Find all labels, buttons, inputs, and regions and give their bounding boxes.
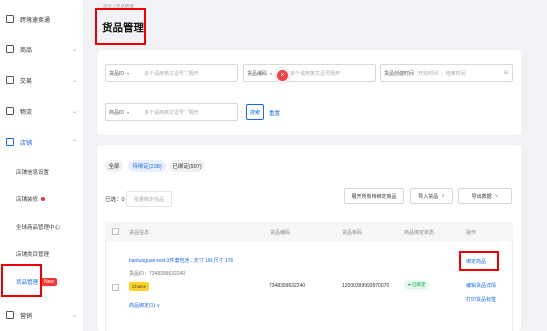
chevron-down-icon: ▾ <box>127 70 130 76</box>
sidebar-item-trades[interactable]: 交易 ⌄ <box>0 73 84 87</box>
sidebar-item-label: 店铺 <box>20 140 33 147</box>
sidebar-subitem-label: 店铺信息设置 <box>16 170 50 176</box>
product-id-filter[interactable]: 货品ID ▾ 多个请用英文逗号“,”隔开 <box>105 64 238 82</box>
sidebar-subitem-global-products[interactable]: 全球商品管理中心 <box>16 221 60 233</box>
item-id-filter[interactable]: 商品ID ▾ 多个请用英文逗号“,”隔开 <box>105 103 238 121</box>
create-time-label: 货品创建时间 <box>384 70 415 77</box>
filter-panel <box>97 50 521 135</box>
select-all-checkbox[interactable] <box>112 228 119 235</box>
batch-bind-button[interactable]: 批量绑定商品 <box>126 191 172 207</box>
goods-name-link[interactable]: bantuoguan-test-3件套包含...天寸 1M,尺寸 176 <box>129 257 261 264</box>
end-date-input[interactable]: 结束时间 <box>446 70 466 77</box>
sidebar-item-label: 物流 <box>20 109 33 116</box>
reset-button[interactable]: 重置 <box>269 109 280 117</box>
home-icon <box>6 15 14 23</box>
sidebar-subitem-category-management[interactable]: 店铺类目管理 <box>16 248 49 260</box>
start-date-input[interactable]: 开始时间 <box>418 70 438 77</box>
highlight-box <box>459 251 499 271</box>
sidebar-item-aliexpress[interactable]: 跨境速卖通 <box>0 12 84 26</box>
highlight-box <box>1 264 42 297</box>
import-goods-button[interactable]: 导入货品 ∨ <box>410 188 453 204</box>
sidebar: 跨境速卖通 商品 ⌄ 交易 ⌄ 物流 ⌄ 店铺 ⌃ 店铺信息设置 店铺装修 全球… <box>0 0 84 331</box>
product-id-input[interactable]: 多个请用英文逗号“,”隔开 <box>144 70 199 77</box>
search-button[interactable]: 搜索 <box>246 104 264 120</box>
store-icon <box>6 138 14 146</box>
chevron-down-icon: ▾ <box>127 109 130 115</box>
column-header-barcode: 货品条码 <box>342 230 363 236</box>
column-header-code: 货品编码 <box>270 230 291 236</box>
chevron-down-icon: ⌄ <box>72 312 78 319</box>
sidebar-item-label: 营销 <box>20 313 33 320</box>
column-header-info: 货品信息 <box>129 230 150 236</box>
chevron-down-icon: ▾ <box>270 70 273 76</box>
tab-bound[interactable]: 已绑定(997) <box>169 160 205 172</box>
item-id-input[interactable]: 多个请用英文逗号“,”隔开 <box>144 109 199 116</box>
chevron-up-icon: ⌃ <box>72 139 78 146</box>
merchant-code-input[interactable]: 多个请用英文逗号隔开 <box>290 70 340 77</box>
column-header-actions: 操作 <box>466 230 477 236</box>
sidebar-subitem-label: 店铺装修 <box>16 197 39 203</box>
sidebar-item-logistics[interactable]: 物流 ⌄ <box>0 104 84 118</box>
sidebar-subitem-store-settings[interactable]: 店铺信息设置 <box>16 166 49 178</box>
print-label-link[interactable]: 打印货品标签 <box>466 296 496 303</box>
goods-id: 货品ID：7348399632240 <box>129 271 186 277</box>
merchant-code-select[interactable]: 货品编码 ▾ <box>244 70 278 77</box>
goods-barcode: 12000399993970070 <box>342 283 390 289</box>
highlight-box <box>95 8 146 45</box>
merchant-code-filter[interactable]: 货品编码 ▾ 多个请用英文逗号隔开 <box>243 64 376 82</box>
chevron-down-icon: ∨ <box>441 193 445 199</box>
table-row <box>105 241 513 331</box>
megaphone-icon <box>6 311 14 319</box>
sidebar-item-marketing[interactable]: 营销 ⌄ <box>0 308 84 322</box>
chevron-down-icon: ⌄ <box>72 108 78 115</box>
table-header <box>105 222 513 241</box>
truck-icon <box>6 107 14 115</box>
goods-code: 7348399632240 <box>269 283 306 289</box>
chevron-down-icon: ⌄ <box>72 46 78 53</box>
sidebar-item-label: 交易 <box>20 78 33 85</box>
tab-all[interactable]: 全部 <box>105 160 123 172</box>
sidebar-subitem-store-decoration[interactable]: 店铺装修 <box>16 193 46 205</box>
expand-all-button[interactable]: 展开所有待绑定商品 <box>344 188 404 204</box>
choice-tag: Choice <box>129 282 150 291</box>
tab-unbound[interactable]: 待绑定(238) <box>128 160 166 172</box>
create-time-filter[interactable]: 货品创建时间 开始时间 - 结束时间 ⊟ <box>380 64 513 82</box>
box-icon <box>6 45 14 53</box>
bind-status-badge: ● 已绑定 <box>404 280 430 290</box>
sidebar-subitem-label: 店铺类目管理 <box>16 252 50 258</box>
sidebar-item-products[interactable]: 商品 ⌄ <box>0 42 84 56</box>
chevron-down-icon: ⌄ <box>72 77 78 84</box>
row-checkbox[interactable] <box>112 284 119 291</box>
new-badge: New <box>41 278 58 286</box>
item-id-select[interactable]: 商品ID ▾ <box>106 109 140 116</box>
sidebar-item-store[interactable]: 店铺 ⌃ <box>0 135 84 149</box>
calendar-icon: ⊟ <box>503 70 508 76</box>
bound-items-link[interactable]: 商品绑定(1) ∨ <box>129 302 160 309</box>
document-icon <box>6 76 14 84</box>
chevron-down-icon: ∨ <box>494 193 499 199</box>
edit-goods-link[interactable]: 编辑货品详情 <box>466 282 496 289</box>
product-id-select[interactable]: 货品ID ▾ <box>106 70 140 77</box>
sidebar-item-label: 跨境速卖通 <box>20 17 51 24</box>
notification-dot <box>41 197 46 201</box>
column-header-status: 商品绑定状态 <box>404 230 435 236</box>
sidebar-item-label: 商品 <box>20 47 33 54</box>
close-icon[interactable]: × <box>277 70 288 81</box>
selected-count: 已选：0 <box>105 197 125 203</box>
sidebar-subitem-label: 全球商品管理中心 <box>16 225 61 231</box>
export-data-button[interactable]: 导出数据 ∨ <box>458 188 512 204</box>
